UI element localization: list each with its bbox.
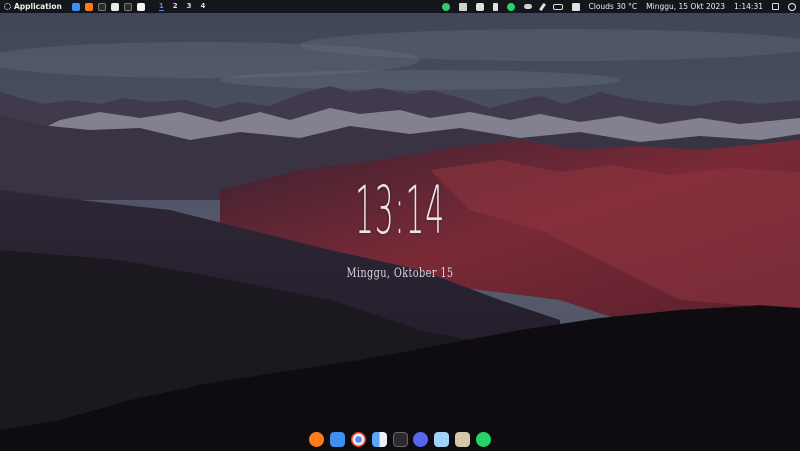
files-icon[interactable]	[71, 2, 80, 11]
pen-icon[interactable]	[538, 2, 546, 11]
user-icon[interactable]	[788, 2, 796, 11]
terminal-icon[interactable]	[123, 2, 132, 11]
gimp-icon[interactable]	[455, 431, 471, 447]
document-icon[interactable]	[136, 2, 145, 11]
taskbar-apps	[71, 2, 145, 11]
workspace-1[interactable]: 1	[158, 2, 164, 11]
workspace-2[interactable]: 2	[173, 2, 178, 11]
discord-icon[interactable]	[475, 2, 484, 11]
top-panel: Application 1 2 3 4 Clouds 30 °C Minggu,…	[0, 0, 800, 13]
workspace-4[interactable]: 4	[200, 2, 205, 11]
update-icon[interactable]	[441, 2, 450, 11]
bolt-icon[interactable]	[458, 2, 467, 11]
volume-icon[interactable]	[571, 2, 580, 11]
chrome-icon[interactable]	[110, 2, 119, 11]
application-menu-label: Application	[14, 2, 62, 11]
firefox-icon[interactable]	[84, 2, 93, 11]
firefox-icon[interactable]	[309, 431, 324, 447]
cloud-icon[interactable]	[523, 4, 532, 9]
network-icon[interactable]	[552, 3, 563, 10]
discord-icon[interactable]	[413, 431, 429, 447]
weather-label[interactable]: Clouds 30 °C	[589, 2, 638, 11]
window-switch-icon[interactable]	[772, 3, 779, 10]
dock	[306, 429, 494, 449]
chrome-icon[interactable]	[350, 431, 366, 447]
whatsapp-icon[interactable]	[476, 431, 491, 447]
whatsapp-icon[interactable]	[506, 2, 515, 11]
terminal-icon[interactable]	[97, 2, 106, 11]
application-menu-icon	[4, 3, 11, 10]
files-icon[interactable]	[329, 431, 345, 447]
application-menu-button[interactable]: Application	[4, 2, 62, 11]
time-label[interactable]: 1:14:31	[734, 2, 763, 11]
music-icon[interactable]	[492, 2, 498, 11]
workspace-switcher: 1 2 3 4	[158, 2, 205, 11]
system-tray: Clouds 30 °C Minggu, 15 Okt 2023 1:14:31	[441, 2, 796, 11]
finder-icon[interactable]	[371, 431, 387, 447]
terminal-icon[interactable]	[392, 431, 408, 447]
workspace-3[interactable]: 3	[187, 2, 192, 11]
settings-icon[interactable]	[434, 431, 450, 447]
desktop-clock: 13:14	[354, 172, 446, 249]
date-label[interactable]: Minggu, 15 Okt 2023	[646, 2, 725, 11]
desktop-date: Minggu, Oktober 15	[346, 266, 454, 281]
